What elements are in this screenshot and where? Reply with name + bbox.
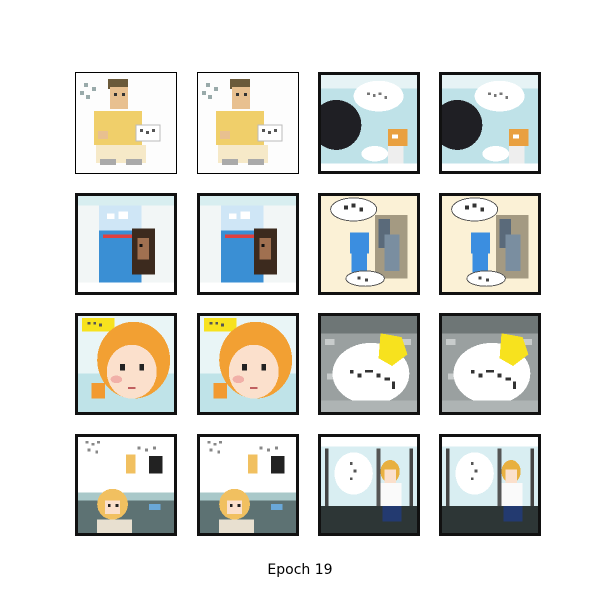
sample-image: [442, 316, 538, 412]
sample-image: [442, 196, 538, 292]
sample-image: [321, 316, 417, 412]
sample-grid: [0, 0, 600, 600]
sample-image: [200, 437, 296, 533]
sample-image: [76, 73, 176, 173]
sample-image: [200, 316, 296, 412]
sample-image: [321, 437, 417, 533]
sample-image: [442, 437, 538, 533]
sample-image: [200, 196, 296, 292]
sample-tile-r2-c2: [318, 313, 420, 415]
sample-tile-r1-c2: [318, 193, 420, 295]
sample-tile-r2-c0: [75, 313, 177, 415]
sample-tile-r2-c1: [197, 313, 299, 415]
sample-tile-r3-c2: [318, 434, 420, 536]
sample-image: [78, 196, 174, 292]
sample-image: [321, 75, 417, 171]
sample-image: [78, 316, 174, 412]
sample-tile-r1-c1: [197, 193, 299, 295]
sample-tile-r0-c1: [197, 72, 299, 174]
sample-tile-r3-c3: [439, 434, 541, 536]
sample-tile-r1-c0: [75, 193, 177, 295]
sample-image: [198, 73, 298, 173]
sample-tile-r3-c1: [197, 434, 299, 536]
sample-tile-r0-c3: [439, 72, 541, 174]
sample-tile-r1-c3: [439, 193, 541, 295]
sample-tile-r3-c0: [75, 434, 177, 536]
epoch-caption: Epoch 19: [267, 562, 333, 578]
sample-tile-r0-c0: [75, 72, 177, 174]
sample-image: [78, 437, 174, 533]
sample-image: [442, 75, 538, 171]
sample-image: [321, 196, 417, 292]
sample-tile-r0-c2: [318, 72, 420, 174]
sample-tile-r2-c3: [439, 313, 541, 415]
